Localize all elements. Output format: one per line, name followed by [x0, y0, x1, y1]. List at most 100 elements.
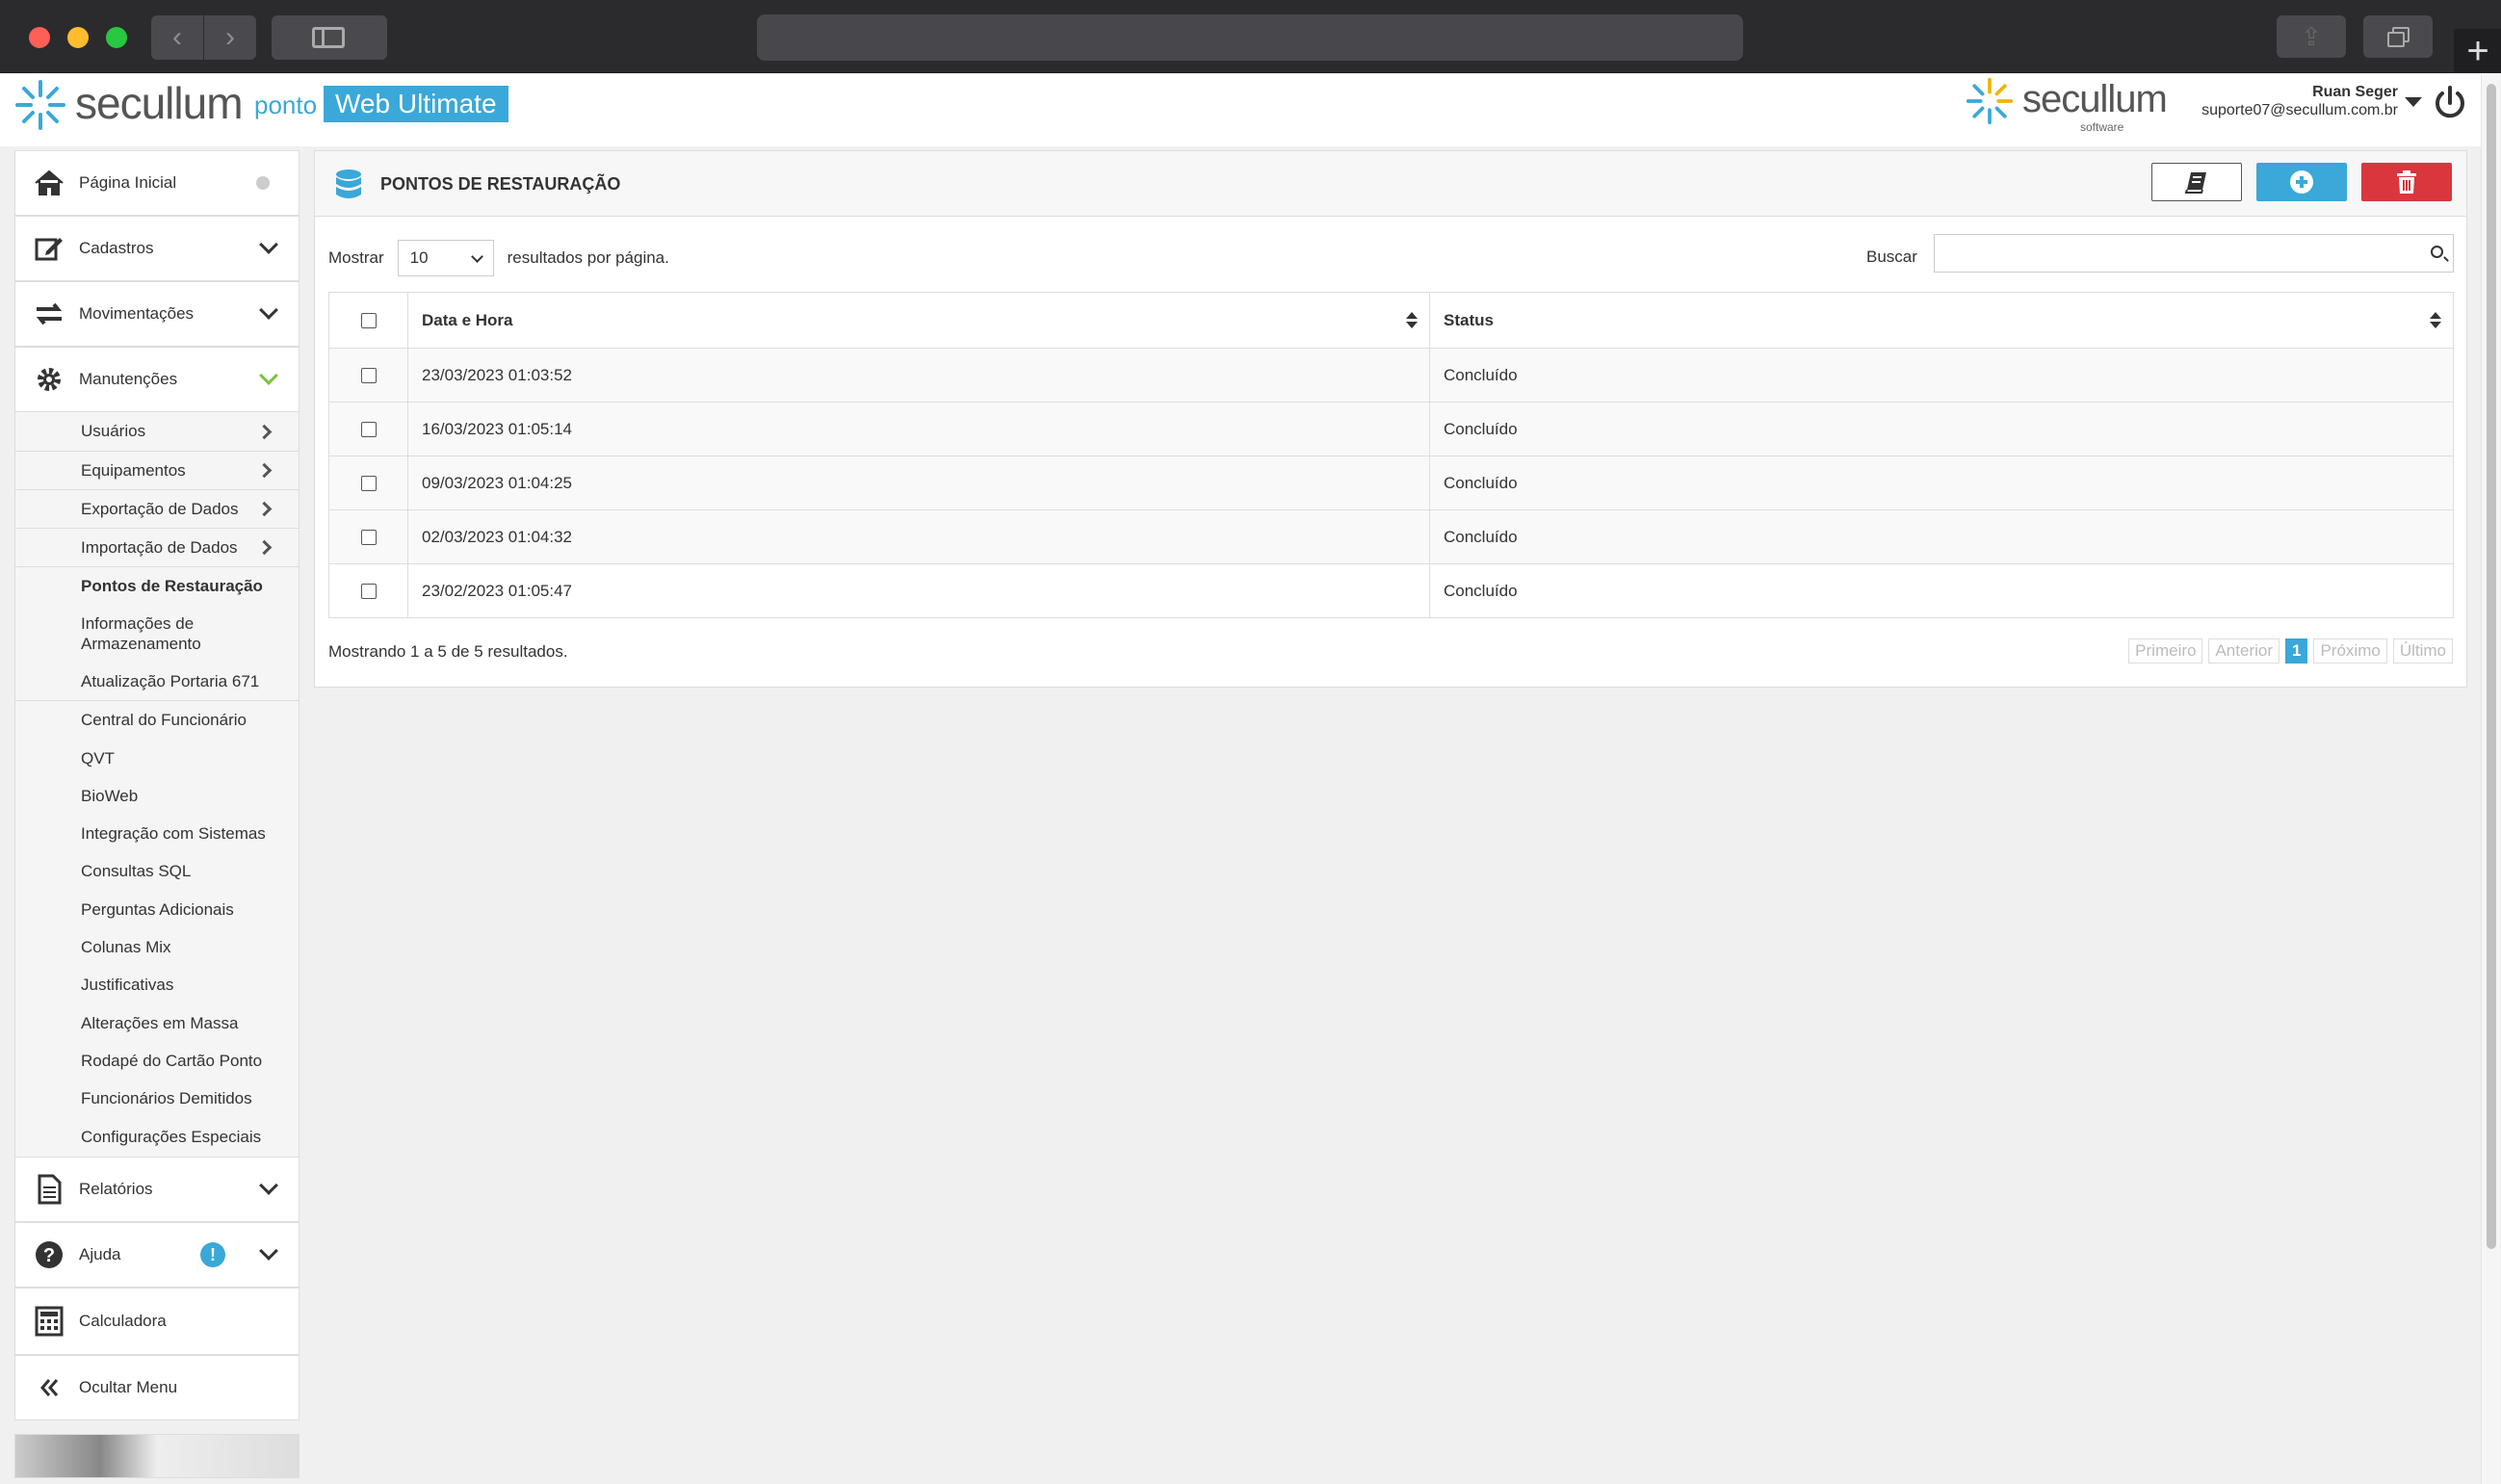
search-input[interactable] [1934, 234, 2454, 273]
user-email[interactable]: suporte07@secullum.com.br [2201, 102, 2398, 119]
submenu-label: Perguntas Adicionais [81, 899, 234, 919]
page-next-button[interactable]: Próximo [2313, 638, 2387, 664]
submenu-item-justificativas[interactable]: Justificativas [15, 966, 299, 1004]
per-page-label: resultados por página. [507, 248, 669, 267]
column-label: Data e Hora [422, 310, 513, 329]
logo2-sub: software [2080, 120, 2124, 134]
browser-toolbar: ‹ › ⇪ + [0, 0, 2501, 73]
row-checkbox[interactable] [360, 530, 377, 546]
table-row[interactable]: 23/02/2023 01:05:47 Concluído [328, 563, 2454, 618]
calculator-icon [35, 1306, 64, 1337]
caret-down-icon[interactable] [2405, 97, 2422, 107]
status-cell: Concluído [1429, 402, 2454, 456]
row-select-cell [328, 456, 408, 510]
table-row[interactable]: 16/03/2023 01:05:14 Concluído [328, 402, 2454, 456]
panel-header: PONTOS DE RESTAURAÇÃO [315, 151, 2466, 217]
close-window-button[interactable] [29, 27, 50, 48]
submenu-item-importacao[interactable]: Importação de Dados [15, 529, 299, 567]
search-icon[interactable] [2431, 246, 2443, 258]
chevron-down-icon [259, 1241, 278, 1261]
submenu-item-informacoes-armazenamento[interactable]: Informações de Armazenamento [15, 606, 299, 663]
submenu-label: Consultas SQL [81, 862, 192, 880]
submenu-label: Justificativas [81, 976, 174, 994]
table-row[interactable]: 23/03/2023 01:03:52 Concluído [328, 348, 2454, 403]
submenu-item-qvt[interactable]: QVT [15, 740, 299, 777]
sidebar-item-calculadora[interactable]: Calculadora [14, 1288, 300, 1355]
home-icon [35, 169, 64, 195]
sidebar-item-relatorios[interactable]: Relatórios [14, 1157, 300, 1222]
sidebar-item-cadastros[interactable]: Cadastros [14, 216, 300, 281]
sidebar-item-ajuda[interactable]: ? Ajuda ! [14, 1222, 300, 1288]
submenu-item-equipamentos[interactable]: Equipamentos [15, 452, 299, 490]
submenu-item-alteracoes-massa[interactable]: Alterações em Massa [15, 1004, 299, 1042]
submenu-item-exportacao[interactable]: Exportação de Dados [15, 490, 299, 529]
page-size-select[interactable]: 10 [397, 240, 494, 276]
submenu-item-usuarios[interactable]: Usuários [15, 412, 299, 452]
chevron-left-icon: ‹ [172, 21, 182, 53]
sidebar-item-label: Página Inicial [79, 173, 177, 192]
column-header-status[interactable]: Status [1429, 292, 2454, 349]
power-icon[interactable] [2431, 84, 2469, 122]
row-checkbox[interactable] [360, 476, 377, 492]
submenu-item-bioweb[interactable]: BioWeb [15, 777, 299, 815]
submenu-item-integracao[interactable]: Integração com Sistemas [15, 815, 299, 852]
submenu-item-colunas-mix[interactable]: Colunas Mix [15, 928, 299, 966]
page-first-button[interactable]: Primeiro [2128, 638, 2203, 664]
submenu-label: Equipamentos [81, 460, 186, 480]
submenu-label: Exportação de Dados [81, 499, 239, 518]
select-all-checkbox[interactable] [360, 313, 377, 329]
minimize-window-button[interactable] [67, 27, 89, 48]
address-bar[interactable] [757, 14, 1743, 61]
page-title: PONTOS DE RESTAURAÇÃO [380, 174, 621, 194]
submenu-item-configuracoes-especiais[interactable]: Configurações Especiais [15, 1118, 299, 1157]
share-button[interactable]: ⇪ [2277, 15, 2346, 58]
row-checkbox[interactable] [360, 584, 377, 600]
submenu-item-central-funcionario[interactable]: Central do Funcionário [15, 701, 299, 740]
submenu-item-rodape-cartao[interactable]: Rodapé do Cartão Ponto [15, 1042, 299, 1080]
submenu-item-pontos-restauracao[interactable]: Pontos de Restauração [15, 567, 299, 606]
book-icon [2184, 172, 2206, 194]
submenu-label: QVT [81, 748, 115, 768]
chevron-right-icon [256, 501, 273, 517]
user-name[interactable]: Ruan Seger [2312, 84, 2398, 101]
log-button[interactable] [2151, 163, 2242, 201]
status-cell: Concluído [1429, 563, 2454, 618]
submenu-item-atualizacao-portaria[interactable]: Atualização Portaria 671 [15, 663, 299, 701]
column-header-datetime[interactable]: Data e Hora [407, 292, 1430, 349]
submenu-item-perguntas-adicionais[interactable]: Perguntas Adicionais [15, 891, 299, 928]
table-row[interactable]: 09/03/2023 01:04:25 Concluído [328, 456, 2454, 510]
submenu-label: Importação de Dados [81, 537, 238, 557]
page-scrollbar[interactable] [2481, 74, 2500, 1484]
sidebar-item-manutencoes[interactable]: Manutenções [14, 347, 300, 412]
row-checkbox[interactable] [360, 422, 377, 438]
submenu-item-funcionarios-demitidos[interactable]: Funcionários Demitidos [15, 1080, 299, 1118]
sidebar-item-movimentacoes[interactable]: Movimentações [14, 281, 300, 347]
sidebar-item-label: Calculadora [79, 1312, 167, 1330]
hide-menu-button[interactable]: Ocultar Menu [14, 1355, 300, 1420]
new-tab-button[interactable]: + [2454, 29, 2501, 73]
plus-circle-icon [2290, 170, 2313, 194]
submenu-item-consultas-sql[interactable]: Consultas SQL [15, 852, 299, 891]
page-prev-button[interactable]: Anterior [2208, 638, 2280, 664]
sidebar: Página Inicial Cadastros Movimentações M… [14, 150, 300, 1478]
sidebar-toggle-button[interactable] [272, 15, 387, 60]
status-dot-icon [256, 176, 270, 190]
edit-icon [35, 238, 63, 261]
page-last-button[interactable]: Último [2392, 638, 2453, 664]
sidebar-item-pagina-inicial[interactable]: Página Inicial [14, 150, 300, 216]
back-button[interactable]: ‹ [151, 15, 203, 60]
forward-button[interactable]: › [204, 15, 256, 60]
row-checkbox[interactable] [360, 368, 377, 384]
sidebar-icon [312, 27, 345, 48]
submenu-label: Pontos de Restauração [81, 577, 263, 595]
scrollbar-thumb[interactable] [2487, 84, 2496, 1249]
zoom-window-button[interactable] [106, 27, 127, 48]
page-size-controls: Mostrar 10 resultados por página. [328, 240, 669, 276]
table-row[interactable]: 02/03/2023 01:04:32 Concluído [328, 509, 2454, 564]
delete-button[interactable] [2361, 163, 2452, 201]
tab-overview-button[interactable] [2363, 15, 2433, 58]
page-current-button[interactable]: 1 [2285, 638, 2308, 664]
add-button[interactable] [2256, 163, 2347, 201]
database-icon [336, 169, 361, 198]
app-header: secullum ponto Web Ultimate secullum sof… [0, 74, 2485, 146]
